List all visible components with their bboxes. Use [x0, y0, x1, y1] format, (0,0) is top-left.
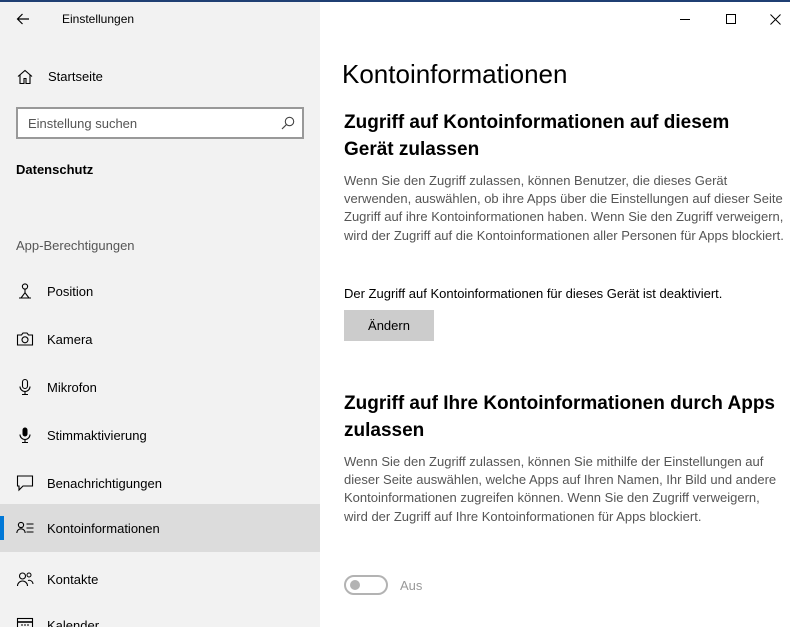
page-title: Kontoinformationen: [342, 59, 568, 89]
section2-description: Wenn Sie den Zugriff zulassen, können Si…: [344, 454, 777, 524]
title-bar-left: Einstellungen: [0, 2, 320, 36]
back-button[interactable]: [8, 6, 38, 32]
minimize-button[interactable]: [662, 6, 708, 32]
notifications-icon: [16, 475, 34, 492]
search-box: [16, 107, 304, 139]
active-indicator: [0, 516, 4, 540]
search-input[interactable]: [18, 109, 268, 137]
sidebar-item-label: Startseite: [48, 69, 103, 84]
calendar-icon: [16, 617, 34, 627]
sidebar-item-notifications[interactable]: Benachrichtigungen: [0, 459, 320, 507]
sidebar-item-label: Kalender: [47, 618, 100, 627]
change-button[interactable]: Ändern: [344, 310, 434, 341]
sidebar-item-label: Kamera: [47, 332, 93, 347]
close-icon: [769, 13, 781, 25]
voice-activation-icon: [19, 427, 31, 444]
sidebar-item-account-info[interactable]: Kontoinformationen: [0, 504, 320, 552]
section1-heading: Zugriff auf Kontoinformationen auf diese…: [344, 112, 730, 160]
section2-heading: Zugriff auf Ihre Kontoinformationen durc…: [344, 393, 775, 441]
sidebar-item-calendar[interactable]: Kalender: [0, 601, 320, 627]
toggle-state-label: Aus: [400, 578, 423, 593]
microphone-icon: [19, 378, 31, 396]
account-info-icon: [16, 521, 34, 534]
app-access-toggle[interactable]: [344, 575, 388, 595]
minimize-icon: [680, 19, 690, 20]
app-title: Einstellungen: [62, 12, 135, 26]
sidebar-item-label: Kontoinformationen: [47, 521, 160, 536]
section1-description: Wenn Sie den Zugriff zulassen, können Be…: [344, 173, 784, 243]
maximize-button[interactable]: [708, 6, 754, 32]
sidebar-item-camera[interactable]: Kamera: [0, 315, 320, 363]
group-title: App-Berechtigungen: [16, 238, 135, 253]
maximize-icon: [726, 14, 736, 24]
back-arrow-icon: [16, 13, 29, 25]
sidebar-item-label: Benachrichtigungen: [47, 476, 162, 491]
contacts-icon: [16, 572, 34, 587]
sidebar-item-label: Stimmaktivierung: [47, 428, 147, 443]
sidebar-item-contacts[interactable]: Kontakte: [0, 555, 320, 603]
search-icon[interactable]: [280, 115, 296, 131]
sidebar: Einstellungen Startseite Datenschutz App…: [0, 2, 320, 627]
home-icon: [17, 69, 33, 85]
camera-icon: [16, 332, 34, 346]
close-button[interactable]: [752, 6, 790, 32]
toggle-knob: [350, 580, 360, 590]
section-title: Datenschutz: [16, 162, 94, 177]
sidebar-item-voice-activation[interactable]: Stimmaktivierung: [0, 411, 320, 459]
device-access-status: Der Zugriff auf Kontoinformationen für d…: [344, 286, 723, 301]
sidebar-item-label: Mikrofon: [47, 380, 97, 395]
location-icon: [19, 283, 31, 299]
sidebar-item-label: Position: [47, 284, 94, 299]
sidebar-item-home[interactable]: Startseite: [0, 58, 320, 94]
sidebar-item-label: Kontakte: [47, 572, 99, 587]
sidebar-item-microphone[interactable]: Mikrofon: [0, 363, 320, 411]
sidebar-item-position[interactable]: Position: [0, 267, 320, 315]
main-content: Kontoinformationen Zugriff auf Kontoinfo…: [320, 2, 790, 627]
